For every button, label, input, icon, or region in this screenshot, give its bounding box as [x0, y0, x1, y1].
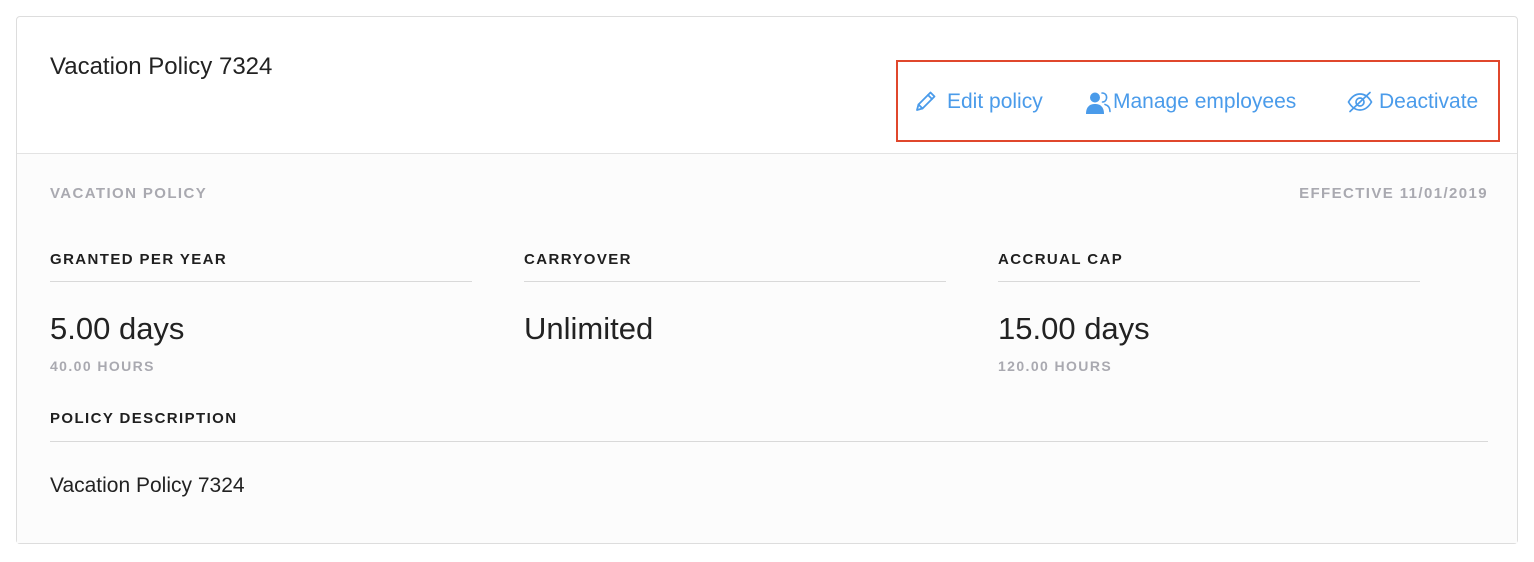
card-header: Vacation Policy 7324 Edit policy Manage …	[17, 17, 1517, 154]
effective-date: EFFECTIVE 11/01/2019	[1299, 185, 1488, 202]
policy-description-text: Vacation Policy 7324	[50, 474, 245, 497]
granted-per-year-hours: 40.00 HOURS	[50, 358, 155, 374]
carryover-label: CARRYOVER	[524, 251, 632, 268]
users-icon	[1085, 89, 1111, 115]
accrual-cap-hours: 120.00 HOURS	[998, 358, 1113, 374]
pencil-icon	[912, 89, 938, 115]
divider	[524, 281, 946, 282]
divider	[50, 281, 472, 282]
manage-employees-button[interactable]: Manage employees	[1085, 89, 1296, 115]
edit-policy-label: Edit policy	[947, 90, 1043, 113]
deactivate-label: Deactivate	[1379, 90, 1479, 113]
eye-off-icon	[1347, 89, 1373, 115]
carryover-value: Unlimited	[524, 311, 654, 346]
granted-per-year-label: GRANTED PER YEAR	[50, 251, 228, 268]
edit-policy-button[interactable]: Edit policy	[912, 89, 1043, 115]
divider	[50, 441, 1488, 442]
policy-details: VACATION POLICY EFFECTIVE 11/01/2019 GRA…	[17, 154, 1517, 543]
policy-description-label: POLICY DESCRIPTION	[50, 410, 238, 427]
policy-type-label: VACATION POLICY	[50, 185, 208, 202]
manage-employees-label: Manage employees	[1113, 90, 1297, 113]
divider	[998, 281, 1420, 282]
deactivate-button[interactable]: Deactivate	[1347, 89, 1478, 115]
policy-card: Vacation Policy 7324 Edit policy Manage …	[16, 16, 1518, 544]
accrual-cap-label: ACCRUAL CAP	[998, 251, 1124, 268]
granted-per-year-value: 5.00 days	[50, 311, 185, 346]
policy-title: Vacation Policy 7324	[50, 53, 273, 80]
policy-actions: Edit policy Manage employees Deactivate	[896, 60, 1500, 142]
accrual-cap-value: 15.00 days	[998, 311, 1150, 346]
